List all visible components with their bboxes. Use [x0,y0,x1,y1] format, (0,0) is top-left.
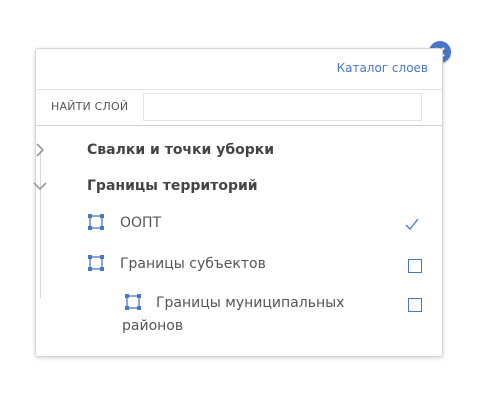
search-input[interactable] [143,93,422,121]
catalog-link[interactable]: Каталог слоев [337,61,428,75]
group-title: Свалки и точки уборки [87,142,275,158]
layer-label: Границы субъектов [120,256,266,272]
chevron-right-icon [30,140,50,160]
layer-label: ООПТ [120,215,162,231]
layer-label: Границы муниципальных районов [122,295,345,334]
polygon-layer-icon [88,214,104,230]
group-boundaries[interactable]: Границы территорий [30,176,258,196]
group-title: Границы территорий [87,178,258,194]
search-row: НАЙТИ СЛОЙ [36,89,442,126]
polygon-layer-icon [88,255,104,271]
checkmark-icon[interactable] [404,216,420,232]
chevron-down-icon [30,176,50,196]
layer-checkbox[interactable] [408,298,422,312]
layer-checkbox[interactable] [408,259,422,273]
group-dumps[interactable]: Свалки и точки уборки [30,140,274,160]
tree-guide-line [40,150,41,298]
search-label: НАЙТИ СЛОЙ [51,100,129,113]
